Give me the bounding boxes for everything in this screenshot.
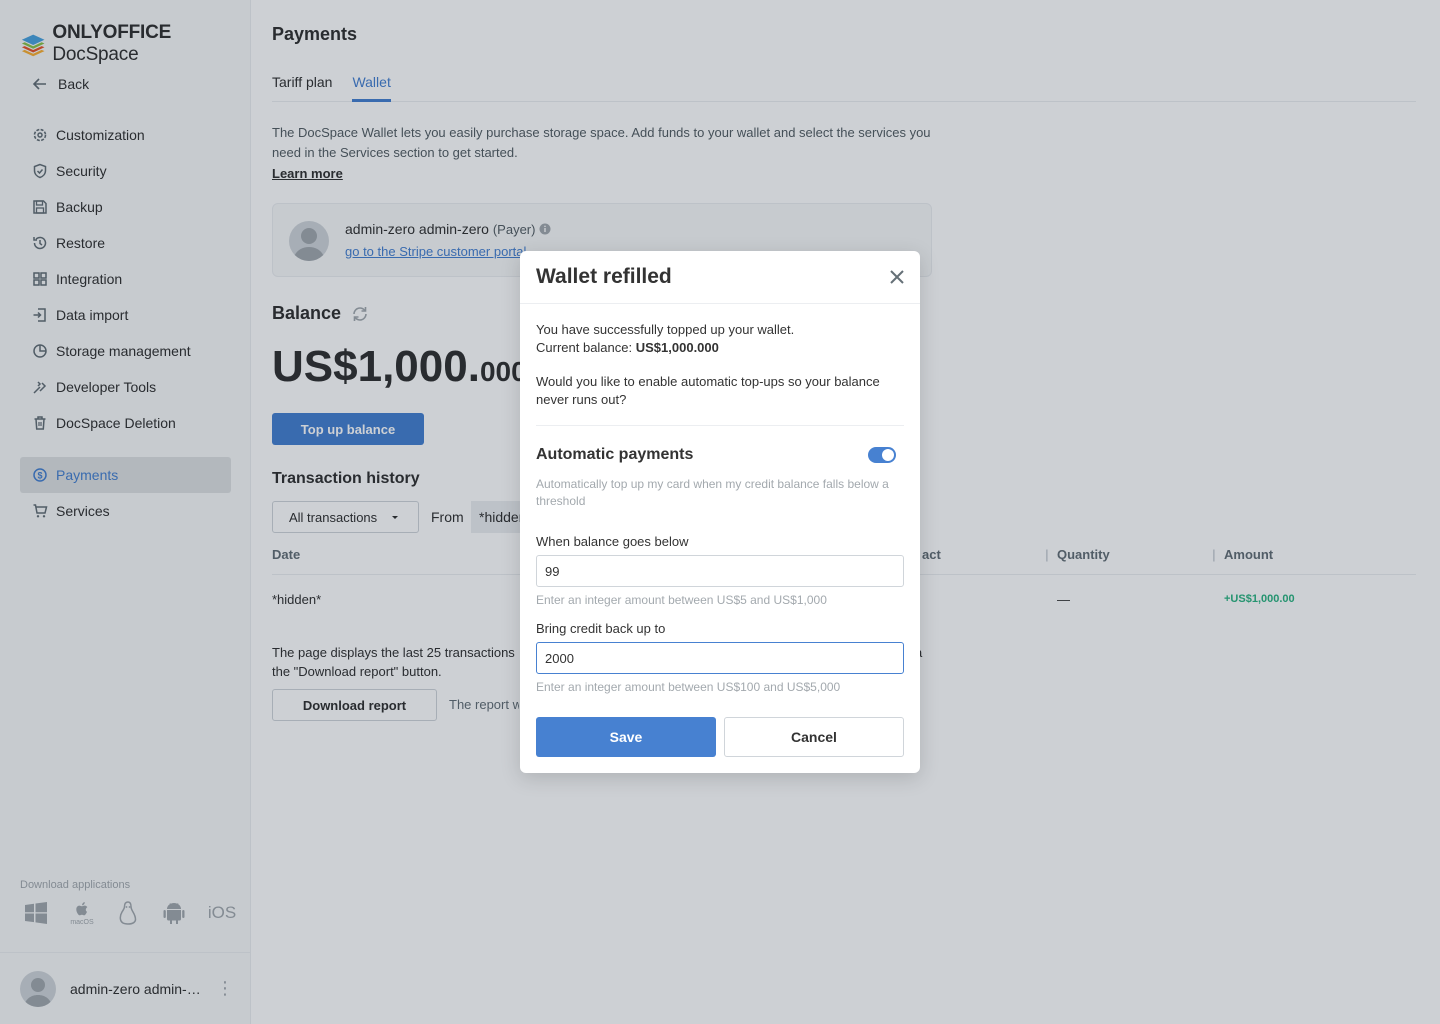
dialog-footer: Save Cancel bbox=[536, 717, 904, 757]
automatic-payments-toggle[interactable] bbox=[868, 447, 896, 463]
dialog-title: Wallet refilled bbox=[536, 265, 672, 288]
threshold-hint: Enter an integer amount between US$5 and… bbox=[536, 593, 827, 607]
topup-amount-input[interactable] bbox=[536, 642, 904, 674]
automatic-payments-row: Automatic payments bbox=[536, 446, 904, 464]
automatic-payments-title: Automatic payments bbox=[536, 446, 694, 463]
wallet-refilled-dialog: Wallet refilled You have successfully to… bbox=[520, 251, 920, 773]
automatic-payments-description: Automatically top up my card when my cre… bbox=[536, 477, 889, 508]
save-button[interactable]: Save bbox=[536, 717, 716, 757]
success-message: You have successfully topped up your wal… bbox=[536, 322, 795, 355]
cancel-button[interactable]: Cancel bbox=[724, 717, 904, 757]
dialog-body: You have successfully topped up your wal… bbox=[536, 321, 904, 694]
threshold-label: When balance goes below bbox=[536, 534, 689, 549]
dialog-header: Wallet refilled bbox=[520, 251, 920, 304]
close-icon[interactable] bbox=[888, 268, 906, 286]
topup-amount-hint: Enter an integer amount between US$100 a… bbox=[536, 680, 841, 694]
auto-topup-question: Would you like to enable automatic top-u… bbox=[536, 374, 880, 407]
threshold-input[interactable] bbox=[536, 555, 904, 587]
topup-amount-label: Bring credit back up to bbox=[536, 621, 666, 636]
current-balance-value: US$1,000.000 bbox=[635, 340, 719, 355]
